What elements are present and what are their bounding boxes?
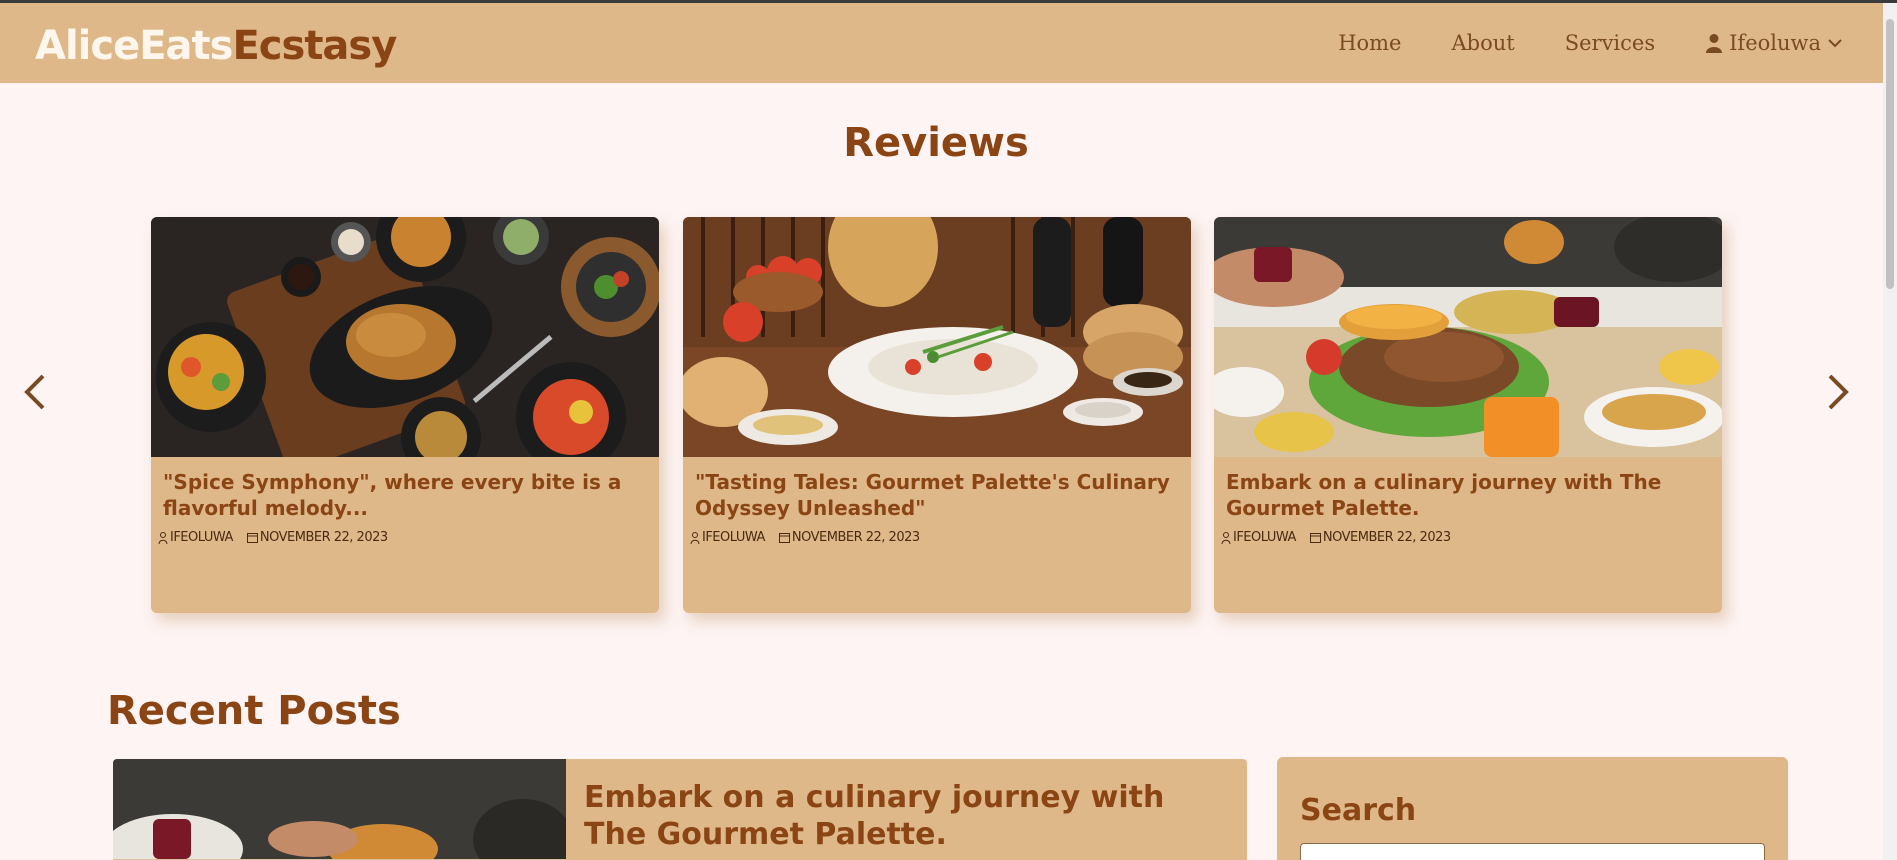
site-header: AliceEatsEcstasy Home About Services Ife… — [0, 3, 1883, 83]
review-card-date: NOVEMBER 22, 2023 — [1322, 530, 1451, 545]
site-logo[interactable]: AliceEatsEcstasy — [35, 23, 397, 69]
user-icon — [1221, 531, 1231, 544]
review-card-date: NOVEMBER 22, 2023 — [791, 530, 920, 545]
recent-post-card[interactable]: Embark on a culinary journey with The Go… — [113, 759, 1247, 860]
review-card-image — [1214, 217, 1722, 457]
recent-post-image — [113, 759, 566, 860]
calendar-icon — [246, 533, 258, 543]
carousel-next-icon[interactable] — [1820, 372, 1856, 412]
review-card-title[interactable]: Embark on a culinary journey with The Go… — [1226, 469, 1710, 521]
review-card-title[interactable]: "Tasting Tales: Gourmet Palette's Culina… — [695, 469, 1179, 521]
user-icon — [1706, 34, 1723, 53]
recent-post-title[interactable]: Embark on a culinary journey with The Go… — [584, 779, 1234, 853]
page-scrollbar[interactable] — [1883, 3, 1897, 860]
review-card-image — [151, 217, 659, 457]
scrollbar-thumb[interactable] — [1886, 19, 1894, 289]
review-card-author: IFEOLUWA — [702, 530, 765, 545]
review-card[interactable]: "Tasting Tales: Gourmet Palette's Culina… — [683, 217, 1191, 613]
calendar-icon — [778, 533, 790, 543]
review-card-author: IFEOLUWA — [170, 530, 233, 545]
user-icon — [690, 531, 700, 544]
user-menu[interactable]: Ifeoluwa — [1705, 31, 1843, 55]
recent-posts-heading: Recent Posts — [107, 688, 401, 734]
review-card-meta: IFEOLUWA NOVEMBER 22, 2023 — [158, 530, 388, 545]
nav-services-link[interactable]: Services — [1565, 31, 1655, 55]
search-heading: Search — [1300, 793, 1417, 828]
review-card-date: NOVEMBER 22, 2023 — [259, 530, 388, 545]
review-card-title[interactable]: "Spice Symphony", where every bite is a … — [163, 469, 647, 521]
review-card[interactable]: Embark on a culinary journey with The Go… — [1214, 217, 1722, 613]
review-card-meta: IFEOLUWA NOVEMBER 22, 2023 — [690, 530, 920, 545]
review-card-image — [683, 217, 1191, 457]
chevron-down-icon — [1828, 39, 1842, 48]
search-input[interactable] — [1300, 843, 1765, 860]
logo-text-ecstasy: Ecstasy — [232, 23, 397, 69]
nav-home-link[interactable]: Home — [1338, 31, 1401, 55]
search-widget: Search — [1277, 757, 1788, 860]
calendar-icon — [1309, 533, 1321, 543]
reviews-heading: Reviews — [843, 120, 1029, 166]
review-card-author: IFEOLUWA — [1233, 530, 1296, 545]
nav-about-link[interactable]: About — [1452, 31, 1515, 55]
user-name: Ifeoluwa — [1729, 31, 1821, 55]
user-icon — [158, 531, 168, 544]
carousel-prev-icon[interactable] — [17, 372, 53, 412]
review-card[interactable]: "Spice Symphony", where every bite is a … — [151, 217, 659, 613]
logo-text-alice: AliceEats — [35, 23, 233, 69]
main-nav: Home About Services Ifeoluwa — [1338, 31, 1843, 55]
review-card-meta: IFEOLUWA NOVEMBER 22, 2023 — [1221, 530, 1451, 545]
